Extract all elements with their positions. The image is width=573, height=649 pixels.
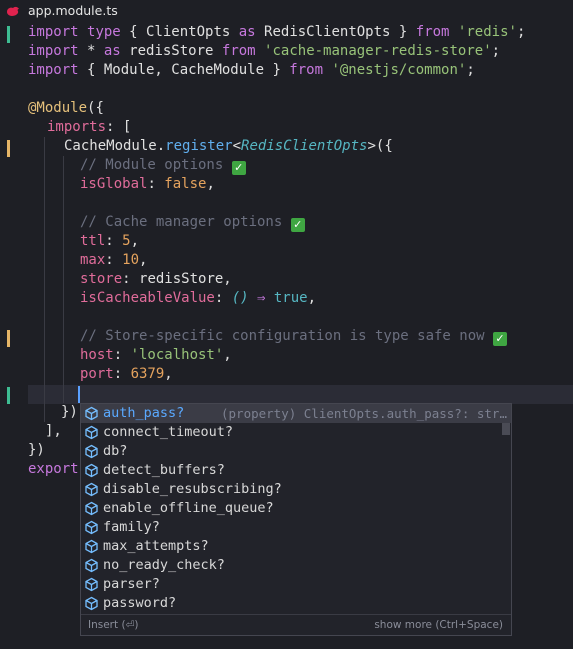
cube-icon [84, 406, 99, 421]
indent-guide [63, 156, 64, 403]
suggestion-label: detect_buffers? [103, 462, 225, 478]
show-more-hint[interactable]: show more (Ctrl+Space) [374, 619, 503, 631]
suggest-footer: Insert (⏎) show more (Ctrl+Space) [81, 614, 511, 635]
suggestion-item[interactable]: enable_offline_queue? [81, 499, 511, 518]
code-line-9: isGlobal: false, [80, 176, 215, 192]
code-line-21: }) [61, 404, 78, 420]
code-line-2: import * as redisStore from 'cache-manag… [28, 43, 501, 59]
suggestion-label: disable_resubscribing? [103, 481, 282, 497]
text-cursor [78, 386, 80, 403]
suggestion-detail: (property) ClientOpts.auth_pass?: str… [221, 406, 507, 421]
cube-icon [84, 463, 99, 478]
code-line-7: CacheModule.register<RedisClientOpts>({ [64, 138, 393, 154]
autocomplete-suggestion-list[interactable]: auth_pass? (property) ClientOpts.auth_pas… [80, 403, 512, 636]
cube-icon [84, 558, 99, 573]
code-line-8: // Module options ✓ [80, 156, 246, 175]
suggestion-label: db? [103, 443, 128, 459]
cube-icon [84, 577, 99, 592]
gutter-modified-marker [7, 140, 10, 157]
code-line-3: import { Module, CacheModule } from '@ne… [28, 62, 475, 78]
gutter-added-marker [7, 387, 10, 404]
check-mark-icon: ✓ [231, 161, 246, 175]
cube-icon [84, 482, 99, 497]
code-line-6: imports: [ [47, 119, 132, 135]
indent-guide [44, 137, 45, 422]
cube-icon [84, 444, 99, 459]
suggestion-label: no_ready_check? [103, 557, 225, 573]
code-line-15: isCacheableValue: () ⇒ true, [80, 290, 317, 306]
gutter-added-marker [7, 26, 10, 43]
code-line-13: max: 10, [80, 252, 148, 268]
check-mark-icon: ✓ [493, 332, 508, 346]
suggestion-item[interactable]: detect_buffers? [81, 461, 511, 480]
suggestion-label: max_attempts? [103, 538, 209, 554]
suggestion-item[interactable]: family? [81, 518, 511, 537]
code-line-23: }) [28, 442, 45, 458]
code-line-22: ], [45, 423, 62, 439]
cube-icon [84, 501, 99, 516]
code-line-11: // Cache manager options ✓ [80, 213, 305, 232]
suggestion-item[interactable]: no_ready_check? [81, 556, 511, 575]
suggestion-item[interactable]: parser? [81, 575, 511, 594]
code-line-5: @Module({ [28, 100, 104, 116]
gutter-modified-marker [7, 330, 10, 347]
suggestion-label: password? [103, 595, 177, 611]
code-line-17: // Store-specific configuration is type … [80, 327, 508, 346]
code-line-14: store: redisStore, [80, 271, 232, 287]
code-line-18: host: 'localhost', [80, 347, 232, 363]
suggestion-label: parser? [103, 576, 160, 592]
suggestion-label: connect_timeout? [103, 424, 234, 440]
suggestion-item[interactable]: db? [81, 442, 511, 461]
suggestion-item[interactable]: disable_resubscribing? [81, 480, 511, 499]
cube-icon [84, 520, 99, 535]
code-line-12: ttl: 5, [80, 233, 140, 249]
current-line-highlight [28, 385, 573, 404]
code-line-24: export [28, 461, 79, 477]
cube-icon [84, 596, 99, 611]
suggestion-label: enable_offline_queue? [103, 500, 274, 516]
suggestion-label: auth_pass? [103, 405, 185, 421]
suggestion-item[interactable]: connect_timeout? [81, 423, 511, 442]
code-editor[interactable]: import type { ClientOpts as RedisClientO… [0, 0, 573, 649]
suggestion-item[interactable]: password? [81, 594, 511, 613]
suggestion-label: family? [103, 519, 160, 535]
suggestion-item[interactable]: max_attempts? [81, 537, 511, 556]
check-mark-icon: ✓ [290, 218, 305, 232]
suggestion-item[interactable]: auth_pass? (property) ClientOpts.auth_pas… [81, 404, 511, 423]
cube-icon [84, 539, 99, 554]
code-line-19: port: 6379, [80, 366, 173, 382]
code-line-1: import type { ClientOpts as RedisClientO… [28, 24, 526, 40]
cube-icon [84, 425, 99, 440]
insert-hint[interactable]: Insert (⏎) [88, 619, 138, 631]
